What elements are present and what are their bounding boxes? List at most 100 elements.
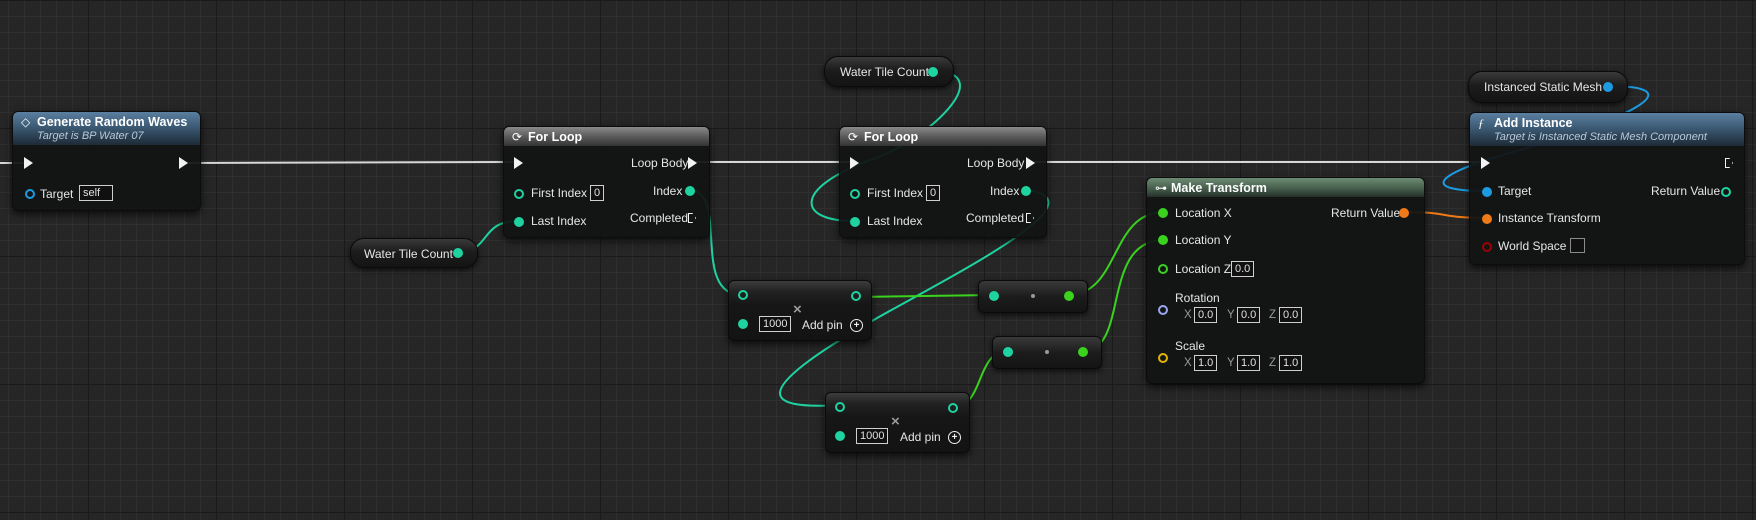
getter-output-pin[interactable] <box>1603 82 1613 92</box>
target-value[interactable]: self <box>79 185 113 201</box>
conversion-dot-icon <box>1031 294 1035 298</box>
loop-body-pin[interactable] <box>688 157 697 169</box>
multiply-icon: × <box>891 413 900 430</box>
add-pin-label: Add pin <box>900 430 941 444</box>
target-label: Target <box>40 187 74 201</box>
scale-z-value[interactable]: 1.0 <box>1279 355 1303 371</box>
completed-label: Completed <box>966 211 1025 225</box>
target-label: Target <box>1498 184 1532 198</box>
exec-out-pin[interactable] <box>179 157 188 169</box>
node-subtitle: Target is Instanced Static Mesh Componen… <box>1494 131 1707 143</box>
completed-label: Completed <box>630 211 689 225</box>
scale-y-value[interactable]: 1.0 <box>1237 355 1261 371</box>
exec-out-pin[interactable] <box>1725 158 1733 168</box>
output-pin[interactable] <box>851 291 861 301</box>
loop-body-label: Loop Body <box>631 156 689 170</box>
event-diamond-icon: ◇ <box>21 115 31 129</box>
location-x-label: Location X <box>1175 206 1232 220</box>
completed-pin[interactable] <box>1026 213 1034 223</box>
water-tile-count-getter[interactable]: Water Tile Count <box>350 238 478 268</box>
water-tile-count-getter[interactable]: Water Tile Count <box>824 56 954 87</box>
input-a-pin[interactable] <box>738 290 748 300</box>
target-pin[interactable] <box>25 189 35 199</box>
rotation-z-value[interactable]: 0.0 <box>1279 307 1303 323</box>
add-instance-node[interactable]: ƒ Add Instance Target is Instanced Stati… <box>1469 112 1745 265</box>
multiplier-value[interactable]: 1000 <box>759 316 792 332</box>
instanced-static-mesh-getter[interactable]: Instanced Static Mesh <box>1468 71 1628 103</box>
node-subtitle: Target is BP Water 07 <box>37 130 144 142</box>
struct-make-icon: ⊶ <box>1155 181 1167 195</box>
make-transform-node[interactable]: ⊶ Make Transform Location X Return Value… <box>1146 177 1425 384</box>
multiply-icon: × <box>793 301 802 318</box>
exec-in-pin[interactable] <box>24 157 33 169</box>
return-value-pin[interactable] <box>1399 208 1409 218</box>
exec-in-pin[interactable] <box>514 157 523 169</box>
rotation-label: Rotation <box>1175 291 1220 305</box>
location-z-pin[interactable] <box>1158 264 1168 274</box>
input-b-pin[interactable] <box>835 431 845 441</box>
first-index-value[interactable]: 0 <box>590 185 605 201</box>
node-header: ⟳ For Loop <box>504 127 709 146</box>
instance-transform-label: Instance Transform <box>1498 211 1601 225</box>
exec-in-pin[interactable] <box>1481 157 1490 169</box>
last-index-pin[interactable] <box>514 217 524 227</box>
add-pin-icon[interactable]: + <box>948 431 961 444</box>
scale-label: Scale <box>1175 339 1206 353</box>
first-index-pin[interactable] <box>850 189 860 199</box>
multiply-node-2[interactable]: × 1000 Add pin + <box>825 392 970 453</box>
index-pin[interactable] <box>1021 186 1031 196</box>
rotation-y-value[interactable]: 0.0 <box>1237 307 1261 323</box>
scale-x-value[interactable]: 1.0 <box>1194 355 1218 371</box>
int-to-float-conversion-node[interactable] <box>992 336 1102 369</box>
multiply-node-1[interactable]: × 1000 Add pin + <box>728 280 872 341</box>
index-pin[interactable] <box>685 186 695 196</box>
last-index-pin[interactable] <box>850 217 860 227</box>
getter-label: Instanced Static Mesh <box>1484 80 1603 94</box>
node-header: ƒ Add Instance Target is Instanced Stati… <box>1470 113 1744 146</box>
first-index-value[interactable]: 0 <box>926 185 941 201</box>
return-value-pin[interactable] <box>1721 187 1731 197</box>
node-header: ⊶ Make Transform <box>1147 178 1424 197</box>
getter-output-pin[interactable] <box>928 67 938 77</box>
completed-pin[interactable] <box>688 213 696 223</box>
return-value-label: Return Value <box>1331 206 1401 220</box>
for-loop-node-1[interactable]: ⟳ For Loop Loop Body First Index 0 Index… <box>503 126 710 238</box>
for-loop-node-2[interactable]: ⟳ For Loop Loop Body First Index 0 Index… <box>839 126 1047 238</box>
location-z-value[interactable]: 0.0 <box>1231 261 1255 277</box>
add-pin-icon[interactable]: + <box>850 319 863 332</box>
conversion-input-pin[interactable] <box>989 291 999 301</box>
loop-body-pin[interactable] <box>1026 157 1035 169</box>
conversion-input-pin[interactable] <box>1003 347 1013 357</box>
scale-pin[interactable] <box>1158 353 1168 363</box>
int-to-float-conversion-node[interactable] <box>978 280 1088 313</box>
first-index-label: First Index <box>867 186 924 200</box>
exec-wire <box>181 161 515 164</box>
conversion-output-pin[interactable] <box>1064 291 1074 301</box>
last-index-label: Last Index <box>867 214 923 228</box>
location-x-pin[interactable] <box>1158 208 1168 218</box>
target-pin[interactable] <box>1482 187 1492 197</box>
loop-icon: ⟳ <box>848 130 859 144</box>
node-header: ⟳ For Loop <box>840 127 1046 146</box>
first-index-pin[interactable] <box>514 189 524 199</box>
last-index-label: Last Index <box>531 214 587 228</box>
location-y-pin[interactable] <box>1158 235 1168 245</box>
multiplier-value[interactable]: 1000 <box>856 428 889 444</box>
rotation-x-value[interactable]: 0.0 <box>1194 307 1218 323</box>
index-label: Index <box>990 184 1020 198</box>
world-space-pin[interactable] <box>1482 242 1492 252</box>
rotation-z-label: Z <box>1269 309 1277 321</box>
input-a-pin[interactable] <box>835 402 845 412</box>
node-title: Generate Random Waves <box>37 115 188 129</box>
node-title: Make Transform <box>1171 181 1267 195</box>
rotation-pin[interactable] <box>1158 305 1168 315</box>
input-b-pin[interactable] <box>738 319 748 329</box>
output-pin[interactable] <box>948 403 958 413</box>
exec-in-pin[interactable] <box>850 157 859 169</box>
getter-output-pin[interactable] <box>453 248 463 258</box>
conversion-output-pin[interactable] <box>1078 347 1088 357</box>
world-space-checkbox[interactable] <box>1570 238 1585 253</box>
generate-random-waves-node[interactable]: ◇ Generate Random Waves Target is BP Wat… <box>12 111 201 211</box>
node-title: For Loop <box>864 130 919 144</box>
instance-transform-pin[interactable] <box>1482 214 1492 224</box>
